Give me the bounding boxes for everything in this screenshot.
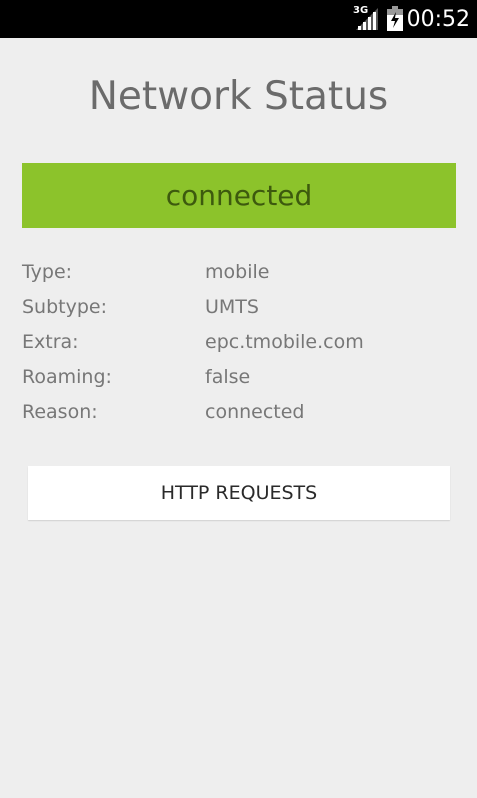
detail-label: Type:: [22, 261, 73, 283]
detail-value: mobile: [205, 261, 270, 283]
detail-row-extra: Extra: epc.tmobile.com: [22, 329, 456, 364]
detail-label: Reason:: [22, 401, 98, 423]
connection-status-banner: connected: [22, 163, 456, 228]
signal-icon: [356, 8, 378, 30]
page-title: Network Status: [88, 74, 389, 119]
detail-value: connected: [205, 401, 305, 423]
detail-row-roaming: Roaming: false: [22, 364, 456, 399]
network-details: Type: mobile Subtype: UMTS Extra: epc.tm…: [22, 259, 456, 434]
status-bar: 3G 00:52: [0, 0, 477, 38]
detail-value: UMTS: [205, 296, 259, 318]
detail-value: epc.tmobile.com: [205, 331, 364, 353]
detail-label: Subtype:: [22, 296, 108, 318]
detail-value: false: [205, 366, 251, 388]
battery-charging-icon: [387, 6, 403, 31]
detail-row-reason: Reason: connected: [22, 399, 456, 434]
detail-row-type: Type: mobile: [22, 259, 456, 294]
http-requests-button[interactable]: HTTP REQUESTS: [28, 466, 450, 520]
detail-row-subtype: Subtype: UMTS: [22, 294, 456, 329]
detail-label: Extra:: [22, 331, 79, 353]
detail-label: Roaming:: [22, 366, 112, 388]
clock: 00:52: [406, 7, 470, 32]
